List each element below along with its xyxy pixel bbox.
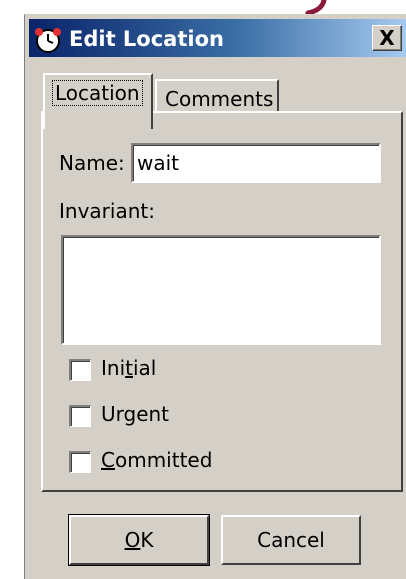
tab-location[interactable]: Location [43,73,153,129]
name-label: Name: [59,151,125,175]
committed-checkbox-label[interactable]: Committed [101,448,212,472]
close-icon: X [379,26,395,50]
initial-checkbox-label[interactable]: Initial [101,356,156,380]
committed-checkbox[interactable] [69,451,91,473]
location-tab-panel: Name: Invariant: Initial Urgent Committe… [41,111,403,492]
location-clock-icon [33,26,63,54]
initial-checkbox[interactable] [69,359,91,381]
close-button[interactable]: X [372,25,402,51]
urgent-checkbox[interactable] [69,405,91,427]
tab-location-label: Location [52,80,143,106]
dialog-title: Edit Location [69,27,224,51]
ok-button[interactable]: OK [68,514,210,566]
edit-location-dialog: Edit Location X Location Comments Name: … [24,14,406,579]
invariant-label: Invariant: [59,199,155,223]
decorative-arc-mark [305,0,327,14]
invariant-textarea[interactable] [61,235,381,345]
cancel-button[interactable]: Cancel [221,515,361,565]
tab-comments-label: Comments [165,87,274,111]
name-input[interactable] [131,143,381,183]
urgent-checkbox-label[interactable]: Urgent [101,402,169,426]
title-bar[interactable]: Edit Location X [29,19,406,57]
